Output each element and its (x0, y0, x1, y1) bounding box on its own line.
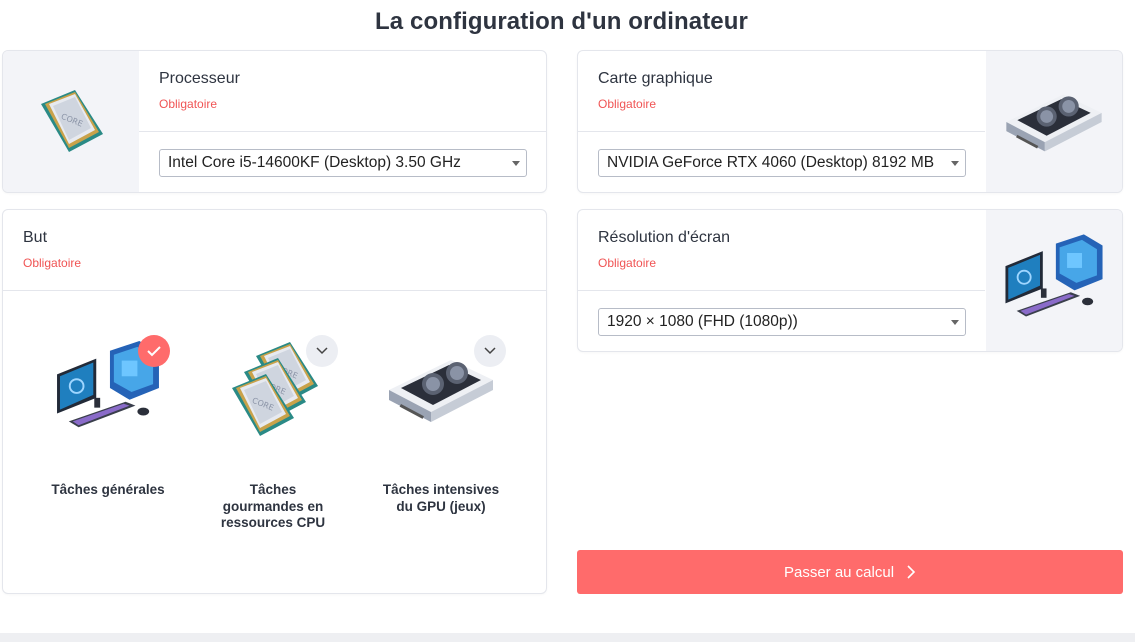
resolution-label: Résolution d'écran (598, 229, 731, 246)
purpose-option-label: Tâches gourmandes en ressources CPU (220, 482, 326, 530)
gpu-select[interactable]: NVIDIA GeForce RTX 4060 (Desktop) 8192 M… (598, 149, 966, 177)
purpose-option-label: Tâches intensives du GPU (jeux) (382, 482, 500, 514)
processor-select-value: Intel Core i5-14600KF (Desktop) 3.50 GHz (168, 154, 461, 171)
resolution-required: Obligatoire (598, 256, 657, 270)
page-title: La configuration d'un ordinateur (375, 8, 748, 35)
resolution-card: Résolution d'écran Obligatoire 1920 × 10… (577, 209, 1123, 352)
resolution-select-value: 1920 × 1080 (FHD (1080p)) (607, 313, 798, 330)
chevron-right-icon (907, 565, 916, 579)
page-footer-strip (0, 633, 1135, 642)
resolution-image (986, 210, 1122, 351)
purpose-label: But (23, 229, 48, 246)
desktop-setup-icon (998, 234, 1110, 328)
processor-select[interactable]: Intel Core i5-14600KF (Desktop) 3.50 GHz (159, 149, 527, 177)
calculate-button-label: Passer au calcul (783, 563, 895, 581)
checkmark-icon[interactable] (306, 335, 338, 367)
checkmark-icon[interactable] (138, 335, 170, 367)
chevron-down-icon (951, 320, 959, 325)
chevron-down-icon (951, 161, 959, 166)
cpu-chip-icon (31, 80, 111, 164)
graphics-card-icon (999, 85, 1109, 159)
chevron-down-icon (512, 161, 520, 166)
checkmark-icon[interactable] (474, 335, 506, 367)
processor-label: Processeur (159, 70, 240, 87)
processor-image (3, 51, 139, 192)
processor-required: Obligatoire (159, 97, 218, 111)
purpose-option-label: Tâches générales (51, 482, 165, 497)
gpu-label: Carte graphique (598, 70, 713, 87)
gpu-select-value: NVIDIA GeForce RTX 4060 (Desktop) 8192 M… (607, 154, 935, 171)
calculate-button[interactable]: Passer au calcul (577, 550, 1123, 594)
gpu-required: Obligatoire (598, 97, 657, 111)
purpose-required: Obligatoire (23, 256, 82, 270)
gpu-image (986, 51, 1122, 192)
gpu-card: Carte graphique Obligatoire NVIDIA GeFor… (577, 50, 1123, 193)
processor-card: Processeur Obligatoire Intel Core i5-146… (2, 50, 547, 193)
resolution-select[interactable]: 1920 × 1080 (FHD (1080p)) (598, 308, 966, 336)
